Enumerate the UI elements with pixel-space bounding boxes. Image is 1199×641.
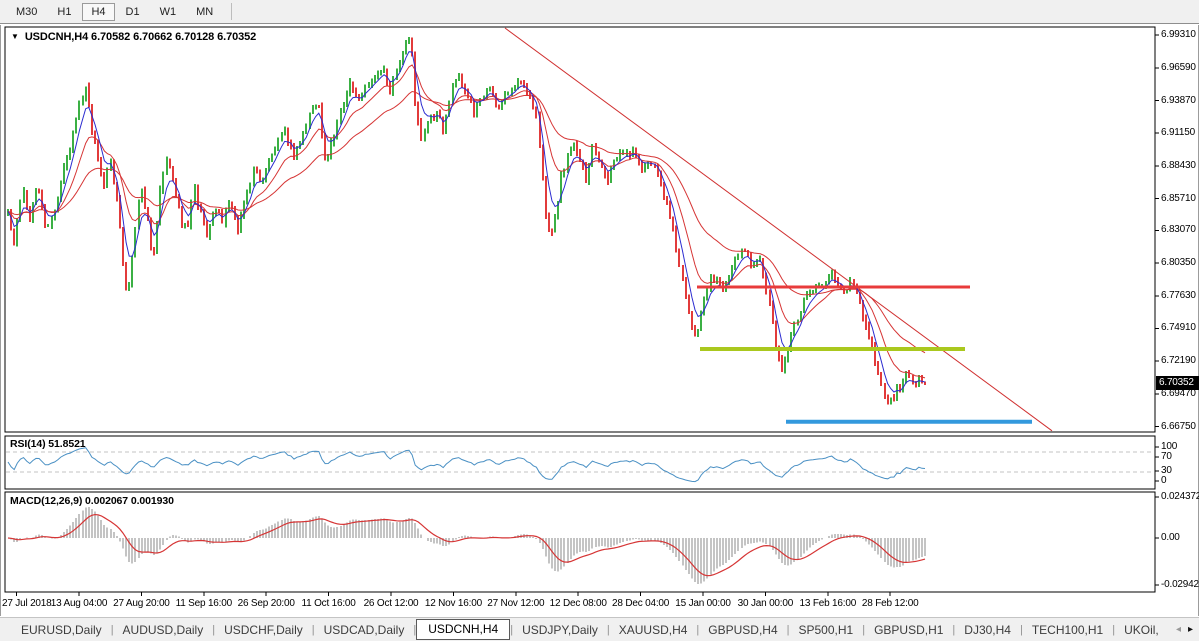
timeframe-tab-d1[interactable]: D1 <box>117 3 149 21</box>
date-axis-label: 28 Feb 12:00 <box>862 598 919 609</box>
date-axis-label: 11 Oct 16:00 <box>302 598 356 609</box>
macd-axis-label: 0.00 <box>1161 532 1180 543</box>
timeframe-tab-w1[interactable]: W1 <box>151 3 186 21</box>
price-axis-label: 6.93870 <box>1161 95 1196 106</box>
symbol-tab-ukoil[interactable]: UKOil, <box>1115 619 1168 641</box>
price-axis-label: 6.88430 <box>1161 160 1196 171</box>
timeframe-tab-h1[interactable]: H1 <box>48 3 80 21</box>
date-axis-label: 13 Aug 04:00 <box>51 598 108 609</box>
price-axis-label: 6.85710 <box>1161 193 1196 204</box>
price-axis-label: 6.66750 <box>1161 421 1196 432</box>
date-axis-label: 12 Nov 16:00 <box>425 598 482 609</box>
toolbar-separator <box>231 3 232 20</box>
date-axis-label: 26 Oct 12:00 <box>364 598 419 609</box>
current-price-tag: 6.70352 <box>1156 376 1199 390</box>
symbol-tab-bar: EURUSD,Daily|AUDUSD,Daily|USDCHF,Daily|U… <box>0 617 1199 641</box>
date-axis-label: 12 Dec 08:00 <box>550 598 607 609</box>
date-axis-label: 27 Nov 12:00 <box>487 598 544 609</box>
price-axis-label: 6.99310 <box>1161 29 1196 40</box>
date-axis-label: 30 Jan 00:00 <box>738 598 793 609</box>
price-axis-label: 6.77630 <box>1161 290 1196 301</box>
symbol-tab-usdchf-daily[interactable]: USDCHF,Daily <box>215 619 312 641</box>
macd-histogram <box>11 507 925 584</box>
symbol-tab-usdcnh-h4[interactable]: USDCNH,H4 <box>416 619 510 640</box>
tab-scroll-arrows: ◂ ▸ <box>1170 624 1199 635</box>
symbol-tab-xauusd-h4[interactable]: XAUUSD,H4 <box>610 619 697 641</box>
macd-axis-label: -0.029423 <box>1161 579 1199 590</box>
ma-mid-red <box>8 65 925 378</box>
timeframe-tab-m30[interactable]: M30 <box>7 3 46 21</box>
date-axis-label: 26 Sep 20:00 <box>238 598 295 609</box>
symbol-tab-usdjpy-daily[interactable]: USDJPY,Daily <box>513 619 607 641</box>
macd-label: MACD(12,26,9) 0.002067 0.001930 <box>10 495 174 507</box>
macd-axis-label: 0.024372 <box>1161 491 1199 502</box>
date-axis-label: 27 Jul 2018 <box>2 598 52 609</box>
symbol-tabs-list: EURUSD,Daily|AUDUSD,Daily|USDCHF,Daily|U… <box>12 618 1170 641</box>
price-axis-label: 6.80350 <box>1161 257 1196 268</box>
rsi-line <box>8 448 925 482</box>
symbol-tab-eurusd-daily[interactable]: EURUSD,Daily <box>12 619 111 641</box>
date-axis-label: 28 Dec 04:00 <box>612 598 669 609</box>
chart-ohlc-title: ▼ USDCNH,H4 6.70582 6.70662 6.70128 6.703… <box>11 31 256 43</box>
timeframe-tab-mn[interactable]: MN <box>187 3 222 21</box>
symbol-tab-sp500-h1[interactable]: SP500,H1 <box>790 619 863 641</box>
symbol-tab-gbpusd-h4[interactable]: GBPUSD,H4 <box>699 619 786 641</box>
ma-fast-blue <box>8 52 925 392</box>
rsi-axis-label: 0 <box>1161 475 1166 486</box>
price-axis-label: 6.72190 <box>1161 355 1196 366</box>
timeframe-toolbar: M30H1H4D1W1MN <box>0 0 1199 24</box>
price-axis-label: 6.83070 <box>1161 224 1196 235</box>
tabs-scroll-right-icon[interactable]: ▸ <box>1188 624 1193 635</box>
timeframe-tabs: M30H1H4D1W1MN <box>6 3 223 21</box>
symbol-tab-gbpusd-h1[interactable]: GBPUSD,H1 <box>865 619 952 641</box>
tabs-scroll-left-icon[interactable]: ◂ <box>1176 624 1181 635</box>
trading-terminal: { "window": { "title_text": "USDCNH,H4 6… <box>0 0 1199 641</box>
date-axis-label: 11 Sep 16:00 <box>176 598 232 609</box>
price-axis-label: 6.91150 <box>1161 127 1195 138</box>
symbol-tab-usdcad-daily[interactable]: USDCAD,Daily <box>315 619 414 641</box>
rsi-label: RSI(14) 51.8521 <box>10 438 86 450</box>
symbol-tab-tech100-h1[interactable]: TECH100,H1 <box>1023 619 1112 641</box>
ma-slow-red <box>8 92 925 353</box>
symbol-dropdown-icon[interactable]: ▼ <box>11 32 19 41</box>
chart-title-text: USDCNH,H4 6.70582 6.70662 6.70128 6.7035… <box>25 31 256 43</box>
price-axis-label: 6.74910 <box>1161 322 1196 333</box>
price-chart-canvas[interactable] <box>0 0 1199 641</box>
date-axis-label: 13 Feb 16:00 <box>800 598 857 609</box>
date-axis-label: 15 Jan 00:00 <box>675 598 730 609</box>
timeframe-tab-h4[interactable]: H4 <box>82 3 114 21</box>
date-axis-label: 27 Aug 20:00 <box>113 598 170 609</box>
symbol-tab-dj30-h4[interactable]: DJ30,H4 <box>955 619 1020 641</box>
price-axis-label: 6.96590 <box>1161 62 1196 73</box>
symbol-tab-audusd-daily[interactable]: AUDUSD,Daily <box>114 619 213 641</box>
descending-trendline[interactable] <box>505 28 1052 431</box>
rsi-axis-label: 70 <box>1161 451 1172 462</box>
